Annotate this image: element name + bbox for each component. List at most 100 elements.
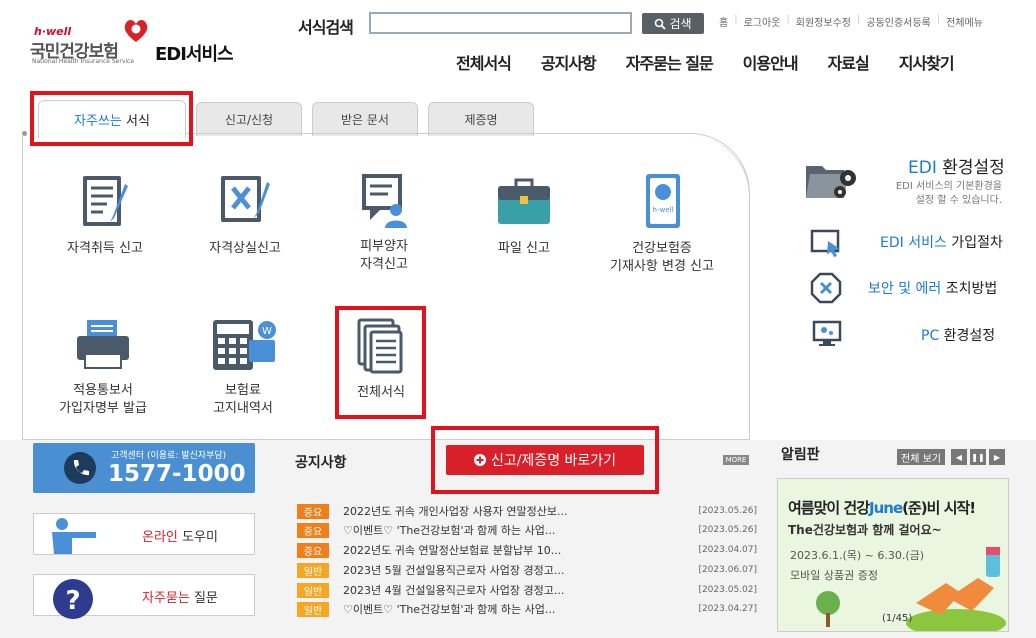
link-pc-settings[interactable]: PC 환경설정 bbox=[921, 325, 995, 345]
notice-text: ♡이벤트♡ 'The건강보험'과 함께 하는 사업... bbox=[343, 603, 556, 616]
notice-date: [2023.04.27] bbox=[698, 604, 757, 614]
document-x-icon bbox=[221, 176, 270, 222]
nav-guide[interactable]: 이용안내 bbox=[743, 50, 799, 74]
insurance-card-icon: h-well bbox=[646, 174, 680, 228]
notice-row[interactable]: 중요 2022년도 귀속 개인사업장 사용자 연말정산보... [2023.05… bbox=[297, 502, 757, 520]
notice-badge-general: 일반 bbox=[297, 582, 329, 598]
service-dependent-report[interactable]: 피부양자 자격신고 bbox=[314, 170, 454, 274]
banner-gift: 모바일 상품권 증정 bbox=[790, 569, 878, 582]
prev-icon[interactable]: ◀ bbox=[951, 449, 967, 465]
online-help-rest: 도우미 bbox=[177, 530, 218, 545]
highlight-box bbox=[431, 426, 659, 494]
notice-row[interactable]: 중요 ♡이벤트♡ 'The건강보험'과 함께 하는 사업... [2023.05… bbox=[297, 521, 757, 539]
pc-hl: PC bbox=[921, 328, 940, 344]
service-label-line2: 기재사항 변경 신고 bbox=[610, 259, 714, 274]
sneakers-illustration bbox=[906, 547, 1006, 631]
join-rest: 가입절차 bbox=[946, 235, 1003, 251]
highlight-box bbox=[30, 91, 193, 146]
nav-branch-finder[interactable]: 지사찾기 bbox=[899, 50, 955, 74]
notice-more-button[interactable]: MORE bbox=[723, 455, 749, 465]
banner-page-indicator: (1/45) bbox=[882, 613, 913, 624]
banner-headline: 여름맞이 건강June(준)비 시작! bbox=[788, 497, 976, 518]
faq-label: 자주묻는 질문 bbox=[142, 587, 218, 606]
event-banner[interactable]: 여름맞이 건강June(준)비 시작! The건강보험과 함께 걸어요~ 202… bbox=[777, 478, 1009, 632]
service-card-change-report[interactable]: h-well 건강보험증 기재사항 변경 신고 bbox=[592, 172, 732, 276]
banner-line1a: 여름맞이 건강 bbox=[788, 499, 870, 517]
utility-links: 홈 | 로그아웃 | 회원정보수정 | 공동인증서등록 | 전체메뉴 bbox=[713, 14, 989, 29]
service-label-line2: 고지내역서 bbox=[213, 401, 273, 416]
search-input[interactable] bbox=[369, 12, 632, 34]
nav-faq[interactable]: 자주묻는 질문 bbox=[626, 50, 714, 74]
service-acquire-report[interactable]: 자격취득 신고 bbox=[35, 172, 175, 258]
callcenter-label: 고객센터 (이용료: 발신자부담) bbox=[111, 451, 227, 461]
tab-report-apply[interactable]: 신고/신청 bbox=[196, 102, 302, 136]
folder-gear-icon bbox=[806, 166, 856, 198]
notice-badge-general: 일반 bbox=[297, 562, 329, 578]
chat-person-icon bbox=[362, 174, 407, 228]
service-label-line2: 가입자명부 발급 bbox=[59, 401, 147, 416]
main-navigation: 전체서식 공지사항 자주묻는 질문 이용안내 자료실 지사찾기 bbox=[456, 50, 955, 74]
notice-row[interactable]: 일반 2023년 5월 건설일용직근로자 사업장 경정고... [2023.06… bbox=[297, 561, 757, 579]
svg-text:W: W bbox=[262, 326, 272, 337]
tree-icon bbox=[816, 591, 840, 627]
next-icon[interactable]: ▶ bbox=[989, 449, 1005, 465]
tab-certificates[interactable]: 제증명 bbox=[428, 102, 534, 136]
service-label: 자격취득 신고 bbox=[67, 241, 143, 256]
highlight-box bbox=[335, 306, 426, 419]
board-view-all-button[interactable]: 전체 보기 bbox=[897, 449, 945, 465]
notice-title: 공지사항 bbox=[295, 455, 347, 471]
pause-icon[interactable]: ❚❚ bbox=[970, 449, 986, 465]
banner-subline: The건강보험과 함께 걸어요~ bbox=[788, 523, 942, 537]
notice-row[interactable]: 일반 2023년 4월 건설일용직근로자 사업장 경정고... [2023.05… bbox=[297, 581, 757, 599]
nav-notice[interactable]: 공지사항 bbox=[541, 50, 597, 74]
notice-date: [2023.05.02] bbox=[698, 585, 757, 595]
link-logout[interactable]: 로그아웃 bbox=[738, 14, 787, 29]
faq-rest: 질문 bbox=[189, 591, 218, 606]
join-hl: EDI 서비스 bbox=[880, 235, 947, 251]
search-button[interactable]: 검색 bbox=[642, 13, 704, 34]
service-notice-issue[interactable]: 적용통보서 가입자명부 발급 bbox=[33, 316, 173, 418]
briefcase-icon bbox=[498, 178, 550, 224]
link-edit-profile[interactable]: 회원정보수정 bbox=[790, 14, 857, 29]
link-security-error[interactable]: 보안 및 에러 조치방법 bbox=[868, 278, 997, 298]
link-cert-register[interactable]: 공동인증서등록 bbox=[860, 14, 936, 29]
service-label: 자격상실신고 bbox=[209, 241, 281, 256]
nav-resources[interactable]: 자료실 bbox=[828, 50, 870, 74]
notice-text: ♡이벤트♡ 'The건강보험'과 함께 하는 사업... bbox=[343, 524, 556, 537]
service-lose-report[interactable]: 자격상실신고 bbox=[175, 172, 315, 258]
notice-date: [2023.05.26] bbox=[698, 506, 757, 516]
link-join-procedure[interactable]: EDI 서비스 가입절차 bbox=[880, 232, 1003, 252]
link-all-menu[interactable]: 전체메뉴 bbox=[940, 14, 989, 29]
service-name[interactable]: EDI서비스 bbox=[155, 40, 234, 66]
online-help-button[interactable]: 온라인 도우미 bbox=[33, 513, 255, 555]
notice-row[interactable]: 중요 2022년도 귀속 연말정산보험료 분할납부 10... [2023.04… bbox=[297, 541, 757, 559]
notice-text: 2022년도 귀속 연말정산보험료 분할납부 10... bbox=[343, 544, 562, 557]
nav-all-forms[interactable]: 전체서식 bbox=[456, 50, 512, 74]
monitor-cursor-icon bbox=[810, 229, 840, 257]
env-settings-title[interactable]: EDI 환경설정 bbox=[908, 153, 1005, 178]
service-premium-notice[interactable]: W 보험료 고지내역서 bbox=[173, 316, 313, 418]
search-button-label: 검색 bbox=[669, 17, 692, 31]
env-desc-line2: 설정 할 수 있습니다. bbox=[915, 195, 1002, 206]
notice-text: 2022년도 귀속 개인사업장 사용자 연말정산보... bbox=[343, 505, 568, 518]
tab-received-docs[interactable]: 받은 문서 bbox=[312, 102, 418, 136]
banner-line1c: (준)비 시작! bbox=[902, 499, 976, 517]
service-label-line1: 적용통보서 bbox=[73, 383, 133, 398]
logo-subtitle: National Health Insurance Service bbox=[32, 58, 135, 65]
link-home[interactable]: 홈 bbox=[713, 14, 734, 29]
logo-heart-icon bbox=[124, 20, 148, 42]
env-title-hl: EDI bbox=[908, 158, 937, 178]
svg-text:?: ? bbox=[65, 586, 80, 616]
service-file-report[interactable]: 파일 신고 bbox=[454, 172, 594, 258]
notice-row[interactable]: 일반 ♡이벤트♡ 'The건강보험'과 함께 하는 사업... [2023.04… bbox=[297, 600, 757, 618]
callcenter-box[interactable]: 고객센터 (이용료: 발신자부담) 1577-1000 bbox=[33, 443, 255, 493]
env-desc-line1: EDI 서비스의 기본환경을 bbox=[895, 181, 1002, 192]
service-label-line1: 보험료 bbox=[225, 383, 261, 398]
notice-text: 2023년 5월 건설일용직근로자 사업장 경정고... bbox=[343, 564, 565, 577]
security-hl: 보안 및 에러 bbox=[868, 281, 942, 297]
service-label-line1: 건강보험증 bbox=[632, 241, 692, 256]
faq-button[interactable]: ? 자주묻는 질문 bbox=[33, 574, 255, 619]
printer-icon bbox=[77, 320, 129, 369]
search-label: 서식검색 bbox=[298, 18, 354, 37]
banner-period: 2023.6.1.(목) ~ 6.30.(금) bbox=[790, 549, 925, 562]
